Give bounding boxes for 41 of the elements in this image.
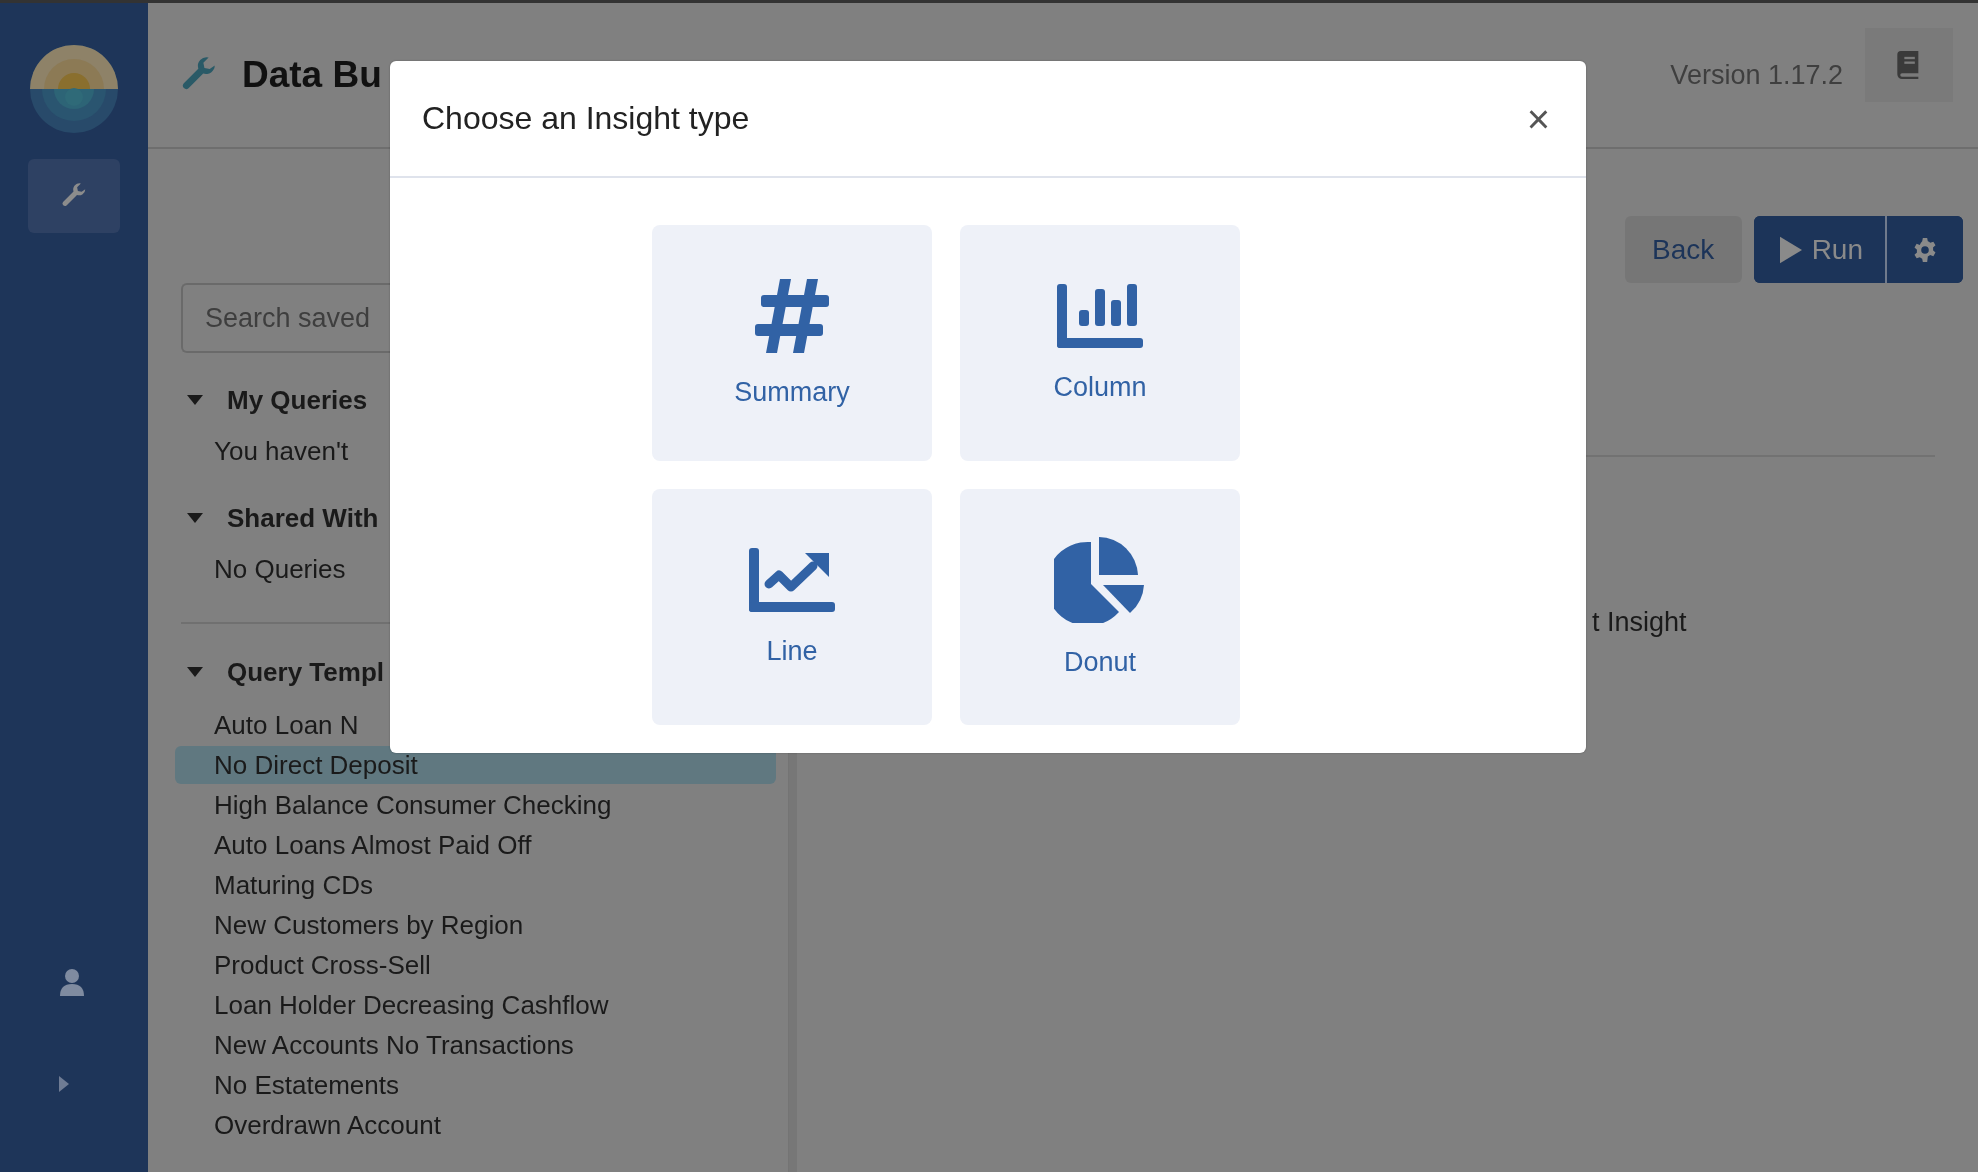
insight-text: t Insight: [1592, 607, 1688, 638]
play-icon: [1779, 235, 1802, 264]
caret-icon[interactable]: [187, 667, 203, 677]
empty-message: No Queries: [213, 553, 347, 586]
template-item[interactable]: Loan Holder Decreasing Cashflow: [175, 986, 776, 1024]
section-title: My Queries: [227, 384, 368, 416]
version-label: Version 1.17.2: [1670, 59, 1843, 91]
dialog-title: Choose an Insight type: [422, 100, 750, 137]
back-button[interactable]: Back: [1624, 216, 1742, 283]
template-item[interactable]: New Customers by Region: [175, 906, 776, 944]
line-chart-icon: [749, 547, 835, 612]
hash-icon: [755, 278, 829, 353]
caret-icon[interactable]: [187, 513, 203, 523]
page-title: Data Bu: [242, 54, 382, 96]
template-item[interactable]: Auto Loans Almost Paid Off: [175, 826, 776, 864]
insight-type-card[interactable]: Summary: [652, 225, 932, 461]
template-item[interactable]: Product Cross-Sell: [175, 946, 776, 984]
book-button[interactable]: [1865, 28, 1953, 102]
pie-chart-icon: [1054, 536, 1146, 623]
close-button[interactable]: ×: [1522, 98, 1554, 139]
insight-type-card[interactable]: Line: [652, 489, 932, 725]
expand-caret-icon[interactable]: [59, 1076, 69, 1092]
gear-icon: [1912, 236, 1938, 263]
template-item[interactable]: High Balance Consumer Checking: [175, 786, 776, 824]
search-field[interactable]: Search saved: [181, 283, 391, 353]
section-title: Query Templ: [227, 656, 384, 688]
caret-icon[interactable]: [187, 395, 203, 405]
template-item[interactable]: No Estatements: [175, 1066, 776, 1104]
run-button[interactable]: Run: [1753, 216, 1887, 283]
template-item[interactable]: Maturing CDs: [175, 866, 776, 904]
wrench-nav-button[interactable]: [28, 159, 120, 233]
insight-type-card[interactable]: Column: [960, 225, 1240, 461]
section-title: Shared With: [227, 502, 379, 534]
bar-chart-icon: [1057, 283, 1143, 348]
insight-type-card[interactable]: Donut: [960, 489, 1240, 725]
logo-icon: [30, 45, 118, 133]
user-icon[interactable]: [60, 968, 84, 996]
template-item[interactable]: Overdrawn Account: [175, 1106, 776, 1144]
template-item[interactable]: New Accounts No Transactions: [175, 1026, 776, 1064]
book-icon: [1897, 51, 1921, 79]
empty-message: You haven't: [213, 435, 350, 468]
